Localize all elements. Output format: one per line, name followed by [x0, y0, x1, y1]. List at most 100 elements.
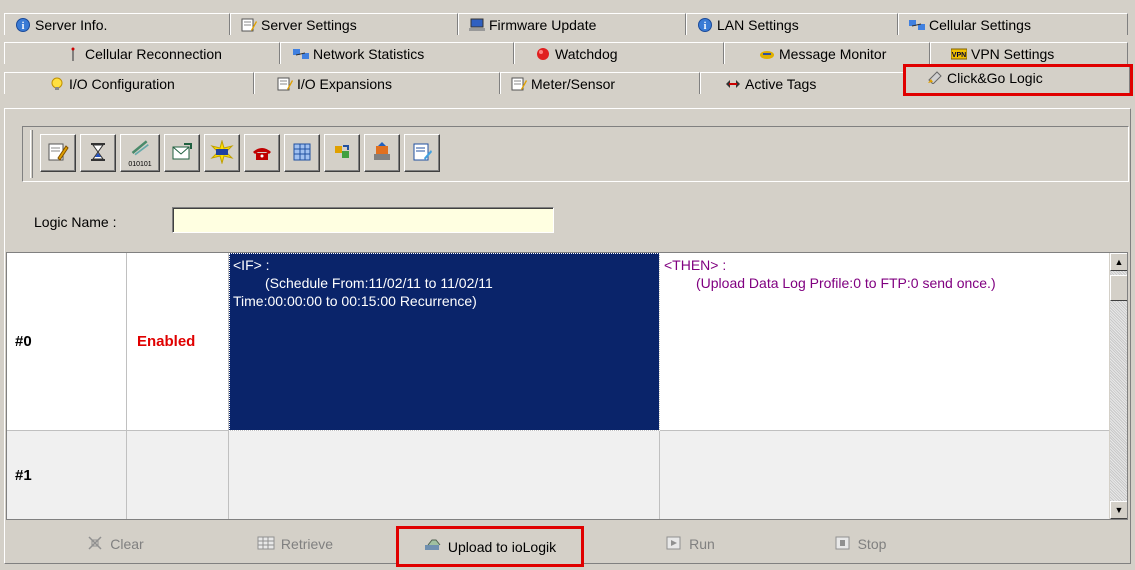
clear-button[interactable]: Clear [40, 527, 190, 561]
upload-icon [370, 140, 394, 167]
rule-status[interactable]: Enabled [127, 253, 229, 431]
svg-text:i: i [704, 21, 707, 32]
flash-button[interactable] [204, 134, 240, 172]
tab-label: I/O Expansions [297, 75, 392, 92]
retrieve-label: Retrieve [280, 536, 334, 552]
tab-active-tags[interactable]: Active Tags [700, 72, 904, 94]
settings-icon [511, 77, 527, 91]
bulb-icon [49, 77, 65, 91]
rule-id: #1 [7, 431, 127, 519]
scroll-thumb[interactable] [1110, 275, 1127, 301]
rule-if-cell[interactable] [229, 431, 660, 519]
if-heading: <IF> : [233, 257, 270, 273]
report-icon [410, 140, 434, 167]
grid-icon [290, 140, 314, 167]
tab-label: Watchdog [555, 45, 618, 62]
phone-icon [250, 140, 274, 167]
satellite-caption: 010101 [128, 161, 152, 168]
clear-icon [86, 535, 104, 554]
upload-label: Upload to ioLogik [447, 538, 557, 555]
play-icon [665, 535, 683, 554]
tab-label: Cellular Settings [929, 16, 1031, 33]
monitor-icon [759, 47, 775, 61]
network-icon [293, 47, 309, 61]
scroll-down-button[interactable]: ▼ [1110, 501, 1127, 519]
satellite-icon [128, 138, 152, 161]
tab-meter-sensor[interactable]: Meter/Sensor [500, 72, 700, 94]
email-button[interactable] [164, 134, 200, 172]
grid-button[interactable] [284, 134, 320, 172]
upload-toolbar-button[interactable] [364, 134, 400, 172]
if-condition-line2: Time:00:00:00 to 00:15:00 Recurrence) [233, 293, 477, 309]
tab-label: Server Info. [35, 16, 108, 33]
tab-label: Active Tags [745, 75, 817, 92]
transfer-icon [330, 140, 354, 167]
email-icon [170, 140, 194, 167]
logic-name-label: Logic Name : [34, 214, 117, 230]
tab-vpn-settings[interactable]: VPN VPN Settings [930, 42, 1128, 64]
rule-id: #0 [7, 253, 127, 431]
tab-click-go-logic[interactable]: Click&Go Logic [904, 66, 1130, 94]
tags-icon [725, 77, 741, 91]
svg-text:i: i [22, 21, 25, 32]
retrieve-button[interactable]: Retrieve [220, 527, 370, 561]
vertical-scrollbar[interactable]: ▲ ▼ [1109, 253, 1127, 519]
settings-icon [241, 18, 257, 32]
logic-icon [927, 70, 943, 84]
logic-name-input[interactable] [172, 207, 554, 233]
edit-button[interactable] [40, 134, 76, 172]
rules-grid: #0 Enabled <IF> : (Schedule From:11/02/1… [6, 252, 1128, 520]
tab-network-statistics[interactable]: Network Statistics [280, 42, 514, 64]
rule-then-cell[interactable] [660, 431, 1110, 519]
timer-button[interactable] [80, 134, 116, 172]
report-button[interactable] [404, 134, 440, 172]
tab-io-expansions[interactable]: I/O Expansions [254, 72, 500, 94]
tab-label: I/O Configuration [69, 75, 175, 92]
tab-server-info[interactable]: i Server Info. [4, 13, 230, 35]
arrow-up-icon: ▲ [1114, 257, 1124, 267]
scroll-up-button[interactable]: ▲ [1110, 253, 1127, 271]
run-label: Run [689, 536, 715, 552]
then-action-line1: (Upload Data Log Profile:0 to FTP:0 send… [696, 275, 996, 291]
tab-label: Network Statistics [313, 45, 425, 62]
tab-lan-settings[interactable]: i LAN Settings [686, 13, 898, 35]
tab-label: Message Monitor [779, 45, 887, 62]
transfer-button[interactable] [324, 134, 360, 172]
rule-status[interactable] [127, 431, 229, 519]
if-condition-line1: (Schedule From:11/02/11 to 11/02/11 [265, 275, 493, 291]
stop-button[interactable]: Stop [800, 527, 920, 561]
tab-label: LAN Settings [717, 16, 799, 33]
tab-label: Meter/Sensor [531, 75, 616, 92]
watchdog-icon [535, 47, 551, 61]
rule-if-cell[interactable]: <IF> : (Schedule From:11/02/11 to 11/02/… [229, 253, 660, 431]
settings-icon [277, 77, 293, 91]
clear-label: Clear [110, 536, 144, 552]
tab-cellular-settings[interactable]: Cellular Settings [898, 13, 1128, 35]
hourglass-icon [86, 140, 110, 167]
arrow-down-icon: ▼ [1114, 505, 1124, 515]
edit-icon [46, 140, 70, 167]
tab-io-configuration[interactable]: I/O Configuration [4, 72, 254, 94]
toolbar-grip[interactable] [30, 130, 33, 178]
stop-icon [834, 535, 852, 554]
svg-text:VPN: VPN [952, 52, 966, 59]
tab-watchdog[interactable]: Watchdog [514, 42, 724, 64]
tab-label: Click&Go Logic [947, 70, 1043, 86]
run-button[interactable]: Run [640, 527, 740, 561]
tab-message-monitor[interactable]: Message Monitor [724, 42, 930, 64]
tab-firmware-update[interactable]: Firmware Update [458, 13, 686, 35]
info-icon: i [15, 17, 31, 32]
tab-label: Cellular Reconnection [85, 45, 222, 62]
tab-label: Firmware Update [489, 16, 597, 33]
stop-label: Stop [857, 536, 887, 552]
tab-label: Server Settings [261, 16, 357, 33]
antenna-icon [65, 47, 81, 61]
upload-icon [424, 537, 442, 556]
flash-icon [210, 138, 234, 167]
tab-cellular-reconnection[interactable]: Cellular Reconnection [4, 42, 280, 64]
rule-then-cell[interactable]: <THEN> : (Upload Data Log Profile:0 to F… [660, 253, 1110, 431]
upload-to-iologik-button[interactable]: Upload to ioLogik [398, 528, 582, 565]
remote-action-button[interactable]: 010101 [120, 134, 160, 172]
phone-button[interactable] [244, 134, 280, 172]
tab-server-settings[interactable]: Server Settings [230, 13, 458, 35]
